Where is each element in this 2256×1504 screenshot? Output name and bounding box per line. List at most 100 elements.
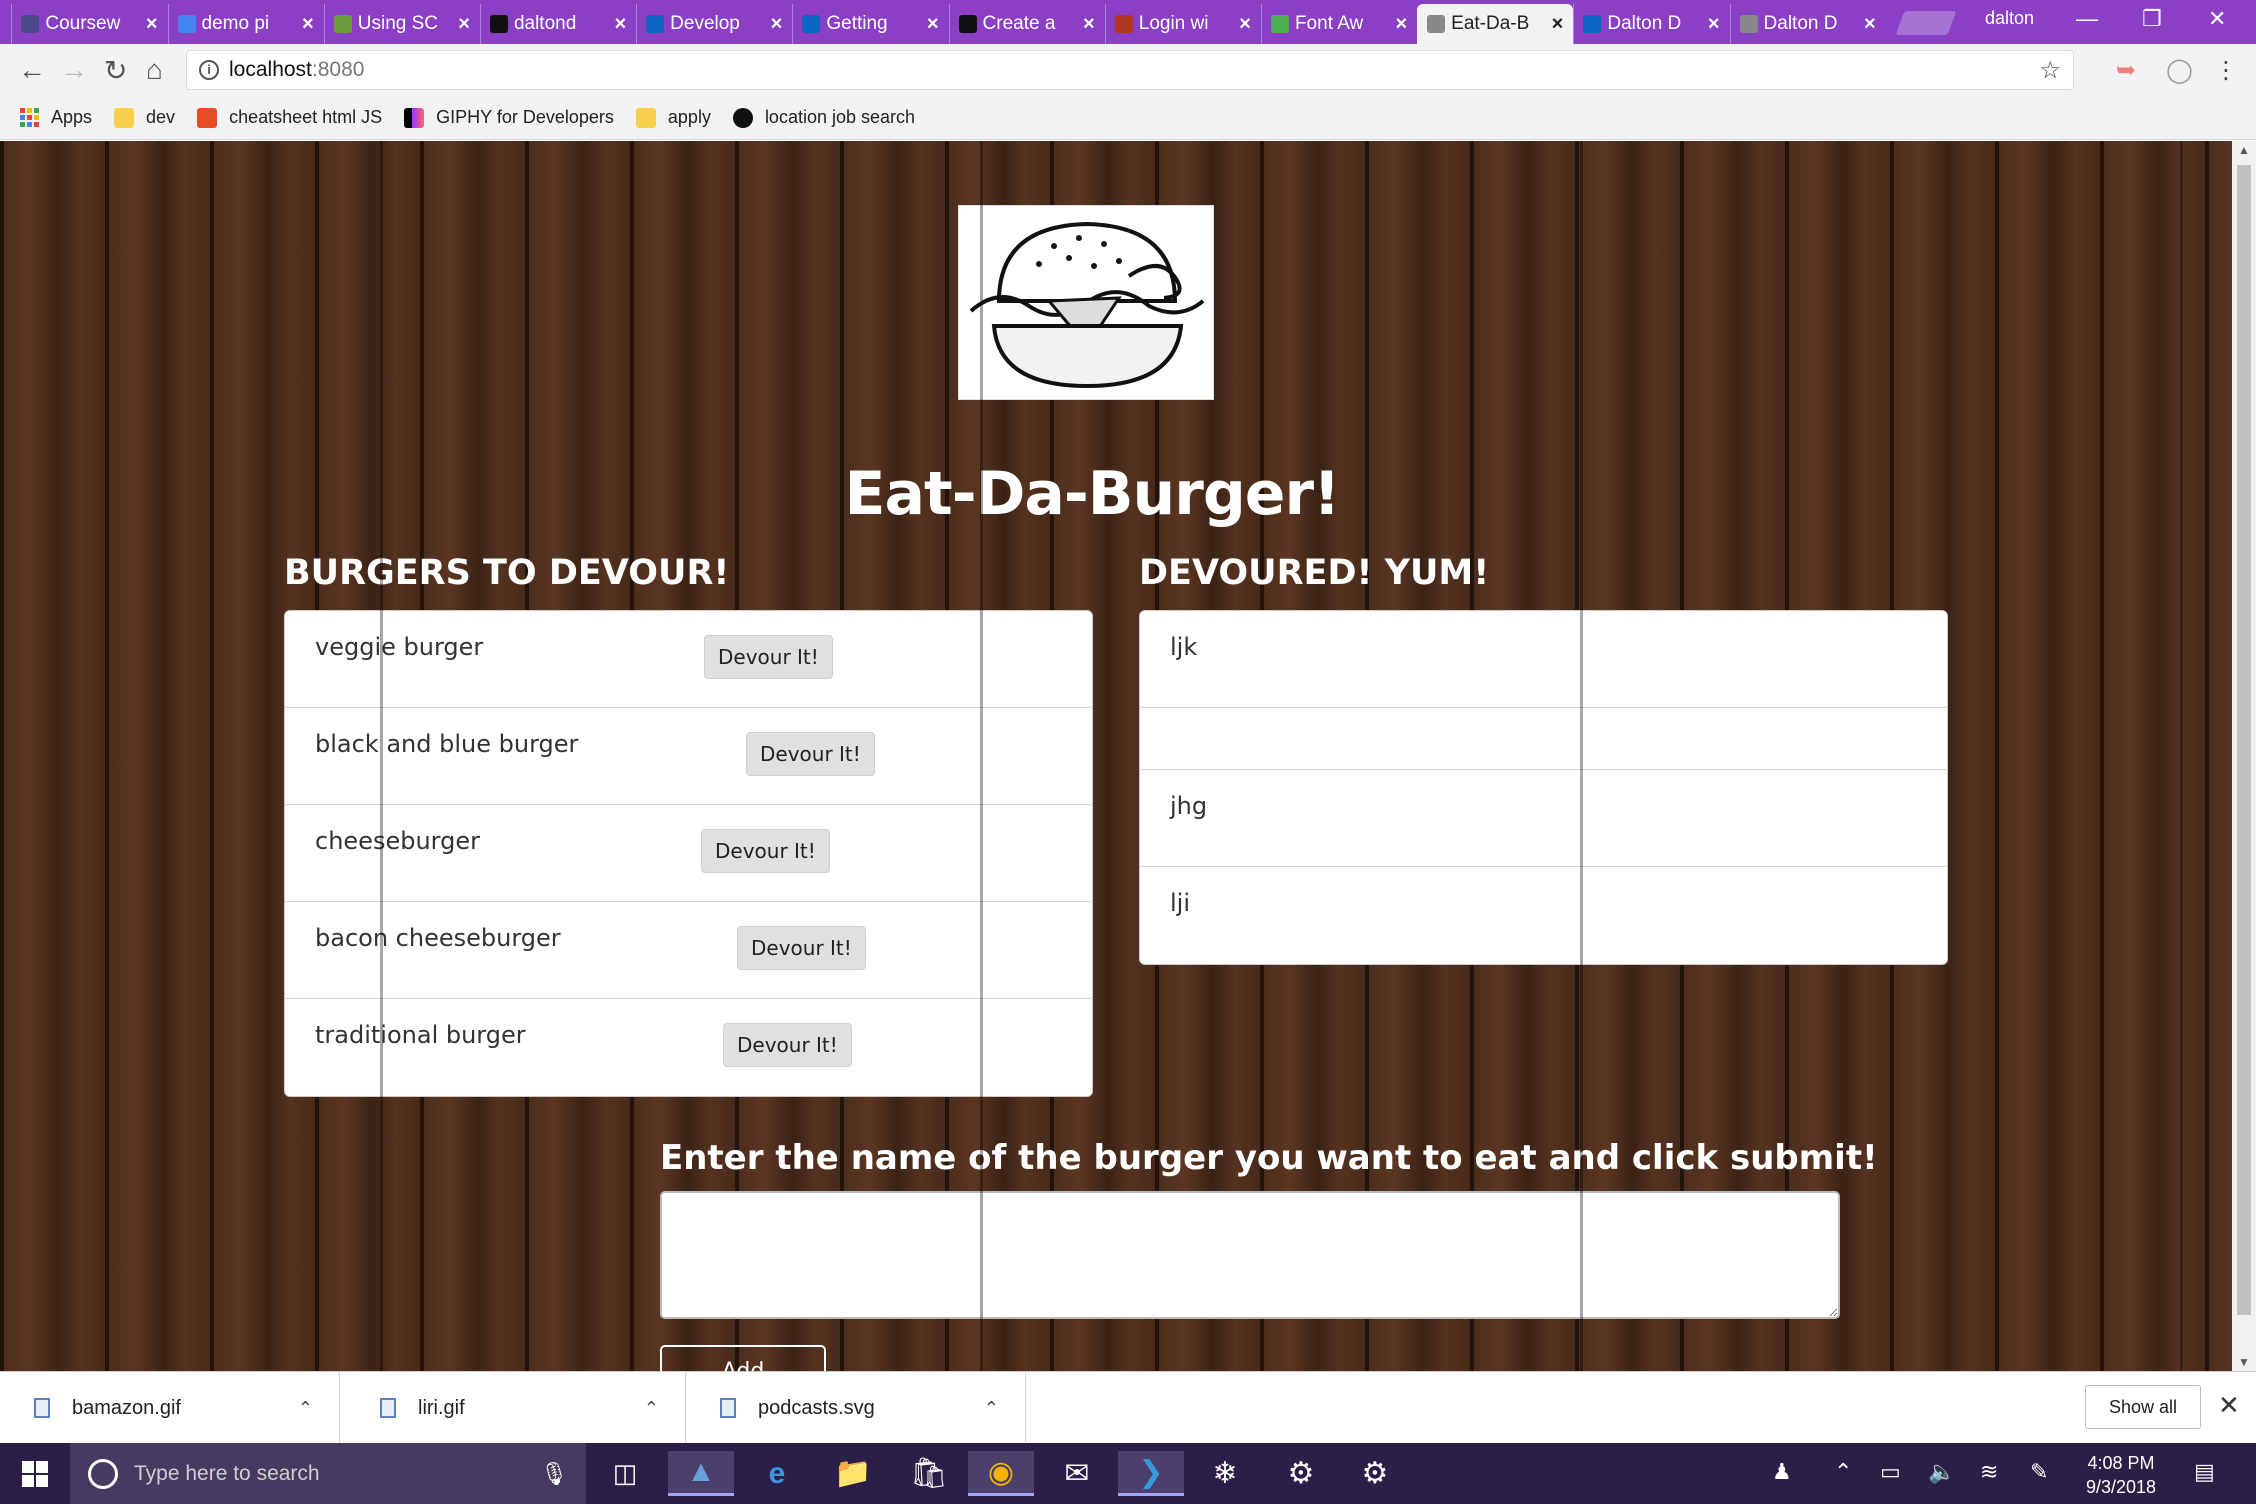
battery-icon[interactable]: ▭ [1880, 1459, 1901, 1485]
burger-name-input[interactable] [660, 1191, 1840, 1319]
burger-list-item: cheeseburger Devour It! [285, 805, 1092, 902]
devour-it-button[interactable]: Devour It! [737, 926, 866, 970]
minimize-icon[interactable]: — [2076, 6, 2098, 32]
download-item[interactable]: bamazon.gif ⌃ [0, 1372, 340, 1444]
browser-tab[interactable]: Create a × [948, 4, 1105, 44]
close-tab-icon[interactable]: × [302, 13, 314, 36]
scroll-down-icon[interactable]: ▼ [2238, 1355, 2250, 1369]
page-scrollbar[interactable]: ▲ ▼ [2232, 141, 2256, 1371]
browser-tab[interactable]: Eat-Da-B × [1417, 4, 1574, 44]
chevron-up-icon[interactable]: ⌃ [298, 1398, 313, 1419]
scroll-up-icon[interactable]: ▲ [2238, 143, 2250, 157]
scrollbar-thumb[interactable] [2237, 165, 2251, 1315]
close-tab-icon[interactable]: × [458, 13, 470, 36]
people-icon[interactable]: ♟ [1772, 1459, 1792, 1485]
close-window-icon[interactable]: ✕ [2208, 6, 2226, 32]
system-clock[interactable]: 4:08 PM 9/3/2018 [2086, 1451, 2156, 1499]
wifi-icon[interactable]: ≋ [1980, 1459, 1998, 1485]
home-icon[interactable]: ⌂ [146, 54, 163, 86]
profile-name[interactable]: dalton [1985, 8, 2034, 29]
close-tab-icon[interactable]: × [1395, 13, 1407, 36]
microphone-icon[interactable]: 🎙 [540, 1461, 568, 1487]
slack-icon[interactable]: ❄ [1192, 1451, 1258, 1496]
tab-title: Dalton D [1607, 13, 1682, 34]
linkedin-icon [1583, 15, 1602, 33]
burger-name: cheeseburger [315, 827, 480, 855]
browser-tab[interactable]: Dalton D × [1573, 4, 1729, 44]
bookmark-apply[interactable]: apply [635, 107, 711, 128]
add-burger-button[interactable]: Add Burger! [660, 1345, 826, 1371]
close-tab-icon[interactable]: × [771, 13, 783, 36]
chevron-up-icon[interactable]: ⌃ [1834, 1459, 1852, 1485]
chevron-up-icon[interactable]: ⌃ [644, 1398, 659, 1419]
puzzle-icon [333, 15, 352, 33]
close-icon[interactable]: ✕ [2218, 1390, 2240, 1421]
close-tab-icon[interactable]: × [1708, 13, 1720, 36]
browser-tab[interactable]: Using SC × [323, 4, 480, 44]
close-tab-icon[interactable]: × [1239, 13, 1251, 36]
download-item[interactable]: liri.gif ⌃ [346, 1372, 686, 1444]
restore-icon[interactable]: ❐ [2142, 6, 2162, 32]
download-filename: podcasts.svg [758, 1396, 875, 1419]
volume-icon[interactable]: 🔈 [1928, 1459, 1955, 1485]
bookmark-label: cheatsheet html JS [229, 107, 383, 127]
bookmark-cheatsheet[interactable]: cheatsheet html JS [197, 107, 382, 128]
extension-icon[interactable]: ➥ [2116, 56, 2136, 85]
burger-list-item: black and blue burger Devour It! [285, 708, 1092, 805]
bookmark-label: Apps [51, 107, 93, 127]
browser-tab[interactable]: Getting × [792, 4, 948, 44]
show-all-button[interactable]: Show all [2085, 1385, 2201, 1429]
close-tab-icon[interactable]: × [146, 13, 158, 36]
chevron-up-icon[interactable]: ⌃ [984, 1398, 999, 1419]
browser-tab[interactable]: demo pi × [167, 4, 324, 44]
bookmark-location-job-search[interactable]: location job search [732, 107, 915, 128]
address-bar[interactable]: i localhost:8080 ☆ [186, 50, 2074, 90]
devour-it-button[interactable]: Devour It! [701, 829, 830, 873]
close-tab-icon[interactable]: × [927, 13, 939, 36]
info-icon[interactable]: i [199, 60, 219, 80]
tab-title: Develop [670, 13, 740, 34]
close-tab-icon[interactable]: × [1552, 13, 1564, 36]
store-icon[interactable]: 🛍 [896, 1451, 962, 1496]
windows-start-icon[interactable] [22, 1461, 48, 1487]
bookmark-label: GIPHY for Developers [436, 107, 614, 127]
back-icon[interactable]: ← [18, 54, 46, 86]
gitkraken-icon[interactable]: ⚙ [1268, 1451, 1334, 1496]
reload-icon[interactable]: ↻ [104, 54, 127, 87]
devour-it-button[interactable]: Devour It! [704, 635, 833, 679]
download-item[interactable]: podcasts.svg ⌃ [686, 1372, 1026, 1444]
browser-tab[interactable]: Dalton D × [1729, 4, 1886, 44]
devour-it-button[interactable]: Devour It! [746, 732, 875, 776]
menu-kebab-icon[interactable]: ⋮ [2214, 56, 2238, 85]
notifications-icon[interactable]: ▤ [2194, 1459, 2215, 1485]
settings-gear-icon[interactable]: ⚙ [1342, 1451, 1408, 1496]
bookmark-star-icon[interactable]: ☆ [2039, 56, 2061, 85]
burger-logo [958, 205, 1214, 400]
browser-tab[interactable]: daltond × [479, 4, 636, 44]
new-tab-button[interactable] [1895, 11, 1957, 35]
file-icon [380, 1398, 396, 1418]
close-tab-icon[interactable]: × [1864, 13, 1876, 36]
browser-tab[interactable]: Font Aw × [1260, 4, 1417, 44]
bookmark-dev[interactable]: dev [114, 107, 175, 128]
close-tab-icon[interactable]: × [1083, 13, 1095, 36]
forward-icon[interactable]: → [60, 54, 88, 86]
browser-tab[interactable]: Coursew × [11, 4, 167, 44]
edge-icon[interactable]: e [744, 1451, 810, 1496]
burger-name: black and blue burger [315, 730, 579, 758]
close-tab-icon[interactable]: × [614, 13, 626, 36]
mysql-workbench-icon[interactable]: ▲ [668, 1451, 734, 1496]
vscode-icon[interactable]: ❯ [1118, 1451, 1184, 1496]
bookmark-giphy[interactable]: GIPHY for Developers [404, 107, 614, 128]
pen-icon[interactable]: ✎ [2030, 1459, 2048, 1485]
bookmark-apps[interactable]: Apps [20, 107, 92, 128]
task-view-icon[interactable]: ◫ [592, 1451, 658, 1496]
taskbar-search[interactable]: Type here to search 🎙 [70, 1443, 586, 1504]
extension-icon[interactable]: ◯ [2166, 56, 2193, 85]
chrome-icon[interactable]: ◉ [968, 1451, 1034, 1496]
devour-it-button[interactable]: Devour It! [723, 1023, 852, 1067]
file-explorer-icon[interactable]: 📁 [820, 1451, 886, 1496]
browser-tab[interactable]: Login wi × [1104, 4, 1261, 44]
mail-icon[interactable]: ✉ [1044, 1451, 1110, 1496]
browser-tab[interactable]: Develop × [636, 4, 792, 44]
